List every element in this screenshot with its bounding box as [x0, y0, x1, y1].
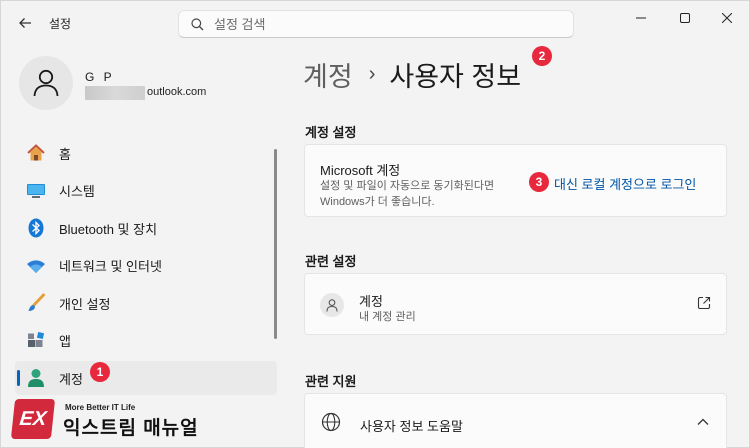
card-title: 사용자 정보 도움말 — [360, 419, 463, 434]
minimize-icon — [636, 17, 646, 19]
sidebar-item-label: 네트워크 및 인터넷 — [59, 259, 162, 274]
section-title-related-support: 관련 지원 — [305, 374, 357, 389]
account-small-icon — [320, 293, 344, 317]
chevron-up-icon[interactable] — [697, 418, 709, 426]
system-icon — [25, 180, 47, 202]
home-icon — [25, 142, 47, 164]
close-button[interactable] — [709, 7, 745, 29]
maximize-button[interactable] — [667, 7, 703, 29]
sidebar-item-label: 시스템 — [59, 184, 95, 199]
search-input[interactable] — [214, 16, 554, 32]
avatar[interactable] — [19, 56, 73, 110]
sidebar-item-network[interactable]: 네트워크 및 인터넷 — [15, 249, 277, 283]
microsoft-account-card: Microsoft 계정 설정 및 파일이 자동으로 동기화된다면 Window… — [304, 144, 727, 217]
close-icon — [722, 13, 732, 23]
user-icon — [33, 69, 59, 97]
user-name: G P — [85, 70, 115, 84]
local-account-signin-link[interactable]: 대신 로컬 계정으로 로그인 — [554, 174, 696, 193]
title-bar: 설정 — [1, 1, 750, 45]
maximize-icon — [680, 13, 690, 23]
sidebar-item-personalization[interactable]: 개인 설정 — [15, 286, 277, 320]
sidebar-item-label: 개인 설정 — [59, 296, 111, 312]
section-title-related-settings: 관련 설정 — [305, 254, 357, 269]
breadcrumb-parent[interactable]: 계정 — [303, 55, 353, 94]
watermark-name: 익스트림 매뉴얼 — [63, 418, 199, 439]
annotation-badge-2: 2 — [532, 46, 552, 66]
email-redaction — [85, 86, 145, 100]
user-email: outlook.com — [147, 86, 207, 98]
external-link-icon — [697, 296, 711, 310]
sidebar-item-label: 홈 — [59, 146, 71, 162]
search-box[interactable] — [178, 10, 574, 38]
breadcrumb-separator: › — [368, 63, 376, 85]
account-icon — [25, 367, 47, 389]
globe-icon — [321, 412, 341, 432]
sidebar-item-label: 계정 — [59, 371, 83, 387]
card-subtitle: 내 계정 관리 — [359, 311, 416, 323]
settings-window: 설정 G P outlook.com — [0, 0, 750, 448]
back-button[interactable] — [13, 11, 37, 35]
app-title: 설정 — [49, 17, 72, 31]
active-indicator — [17, 370, 20, 386]
sidebar-item-accounts[interactable]: 계정 — [15, 361, 277, 395]
help-card[interactable]: 사용자 정보 도움말 — [304, 393, 727, 448]
annotation-badge-1: 1 — [90, 362, 110, 382]
brush-icon — [25, 292, 47, 314]
sidebar-item-apps[interactable]: 앱 — [15, 324, 277, 358]
watermark-tagline: More Better IT Life — [65, 403, 136, 412]
back-arrow-icon — [19, 18, 31, 28]
sidebar-scrollbar[interactable] — [274, 149, 277, 339]
sidebar-item-bluetooth[interactable]: Bluetooth 및 장치 — [15, 211, 277, 245]
search-icon — [191, 17, 204, 30]
sidebar-item-label: 앱 — [59, 334, 71, 349]
annotation-badge-3: 3 — [529, 172, 549, 192]
sidebar-item-system[interactable]: 시스템 — [15, 174, 277, 208]
page-title: 사용자 정보 — [389, 62, 522, 92]
sidebar-item-home[interactable]: 홈 — [15, 136, 277, 170]
bluetooth-icon — [25, 217, 47, 239]
sidebar-nav: 홈 시스템 Bluetooth 및 장치 네트워크 및 인터넷 개인 설정 앱 … — [15, 136, 277, 399]
wifi-icon — [25, 255, 47, 277]
watermark: EX More Better IT Life 익스트림 매뉴얼 — [9, 397, 205, 443]
accounts-link-card[interactable]: 계정 내 계정 관리 — [304, 273, 727, 335]
section-title-account-settings: 계정 설정 — [305, 125, 357, 140]
watermark-logo: EX — [10, 399, 56, 439]
apps-icon — [25, 330, 47, 352]
sidebar-item-label: Bluetooth 및 장치 — [59, 221, 158, 237]
breadcrumb: 계정 › 사용자 정보 — [303, 55, 521, 94]
card-description: 설정 및 파일이 자동으로 동기화된다면 Windows가 더 좋습니다. — [320, 180, 495, 208]
card-title: Microsoft 계정 — [320, 163, 401, 178]
minimize-button[interactable] — [623, 7, 659, 29]
